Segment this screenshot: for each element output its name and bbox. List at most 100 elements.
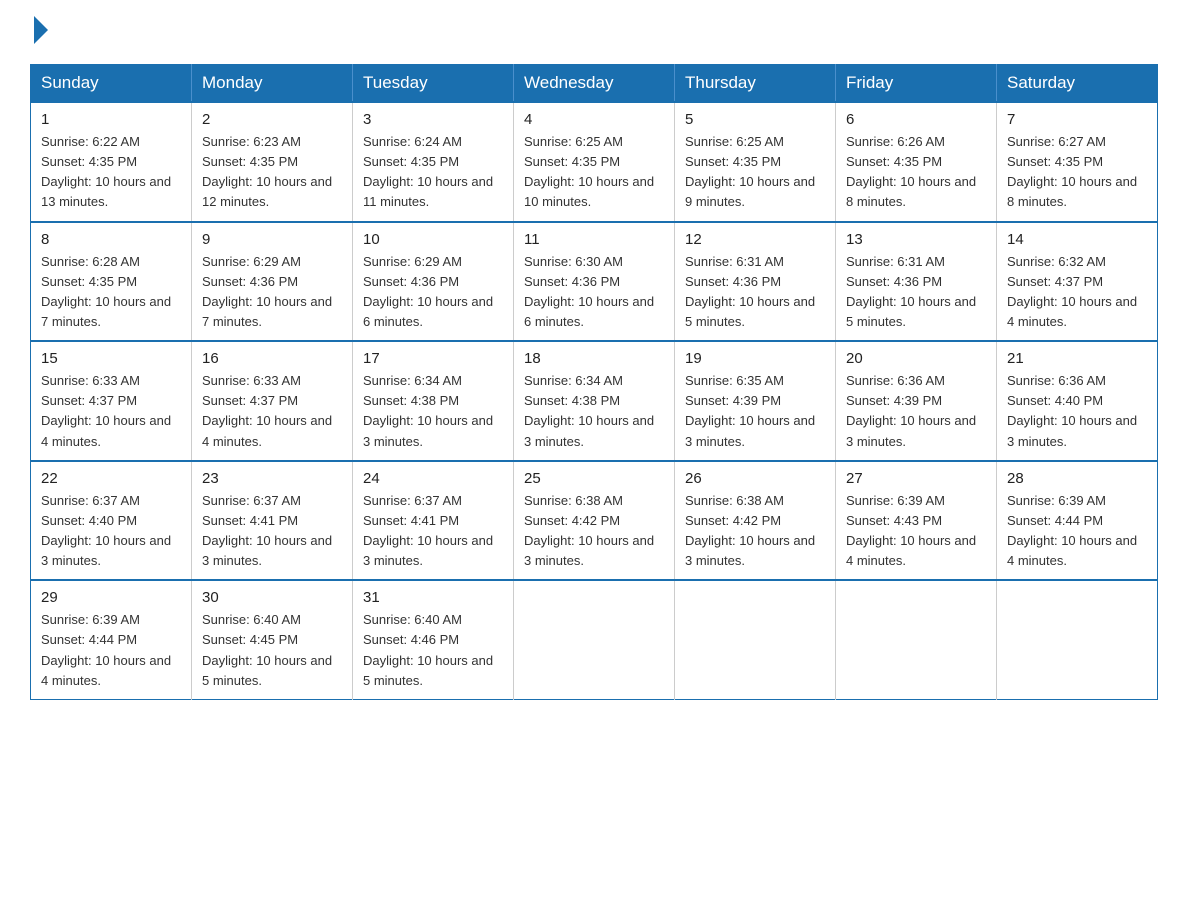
calendar-day-cell: 27 Sunrise: 6:39 AMSunset: 4:43 PMDaylig… [836,461,997,581]
day-info: Sunrise: 6:36 AMSunset: 4:40 PMDaylight:… [1007,371,1147,452]
calendar-day-cell: 13 Sunrise: 6:31 AMSunset: 4:36 PMDaylig… [836,222,997,342]
day-number: 7 [1007,111,1147,128]
calendar-day-cell: 24 Sunrise: 6:37 AMSunset: 4:41 PMDaylig… [353,461,514,581]
day-number: 27 [846,470,986,487]
day-number: 17 [363,350,503,367]
calendar-week-row: 29 Sunrise: 6:39 AMSunset: 4:44 PMDaylig… [31,580,1158,699]
day-number: 1 [41,111,181,128]
day-number: 31 [363,589,503,606]
calendar-week-row: 22 Sunrise: 6:37 AMSunset: 4:40 PMDaylig… [31,461,1158,581]
day-info: Sunrise: 6:39 AMSunset: 4:43 PMDaylight:… [846,491,986,572]
day-info: Sunrise: 6:24 AMSunset: 4:35 PMDaylight:… [363,132,503,213]
calendar-day-cell: 2 Sunrise: 6:23 AMSunset: 4:35 PMDayligh… [192,102,353,222]
calendar-day-cell: 9 Sunrise: 6:29 AMSunset: 4:36 PMDayligh… [192,222,353,342]
day-info: Sunrise: 6:25 AMSunset: 4:35 PMDaylight:… [524,132,664,213]
calendar-day-cell: 20 Sunrise: 6:36 AMSunset: 4:39 PMDaylig… [836,341,997,461]
day-number: 10 [363,231,503,248]
day-info: Sunrise: 6:38 AMSunset: 4:42 PMDaylight:… [524,491,664,572]
day-info: Sunrise: 6:27 AMSunset: 4:35 PMDaylight:… [1007,132,1147,213]
calendar-day-cell [836,580,997,699]
calendar-day-cell: 23 Sunrise: 6:37 AMSunset: 4:41 PMDaylig… [192,461,353,581]
calendar-day-cell [514,580,675,699]
calendar-day-cell: 22 Sunrise: 6:37 AMSunset: 4:40 PMDaylig… [31,461,192,581]
day-number: 26 [685,470,825,487]
day-number: 12 [685,231,825,248]
day-info: Sunrise: 6:34 AMSunset: 4:38 PMDaylight:… [363,371,503,452]
day-info: Sunrise: 6:39 AMSunset: 4:44 PMDaylight:… [41,610,181,691]
calendar-day-cell [997,580,1158,699]
calendar-day-cell: 16 Sunrise: 6:33 AMSunset: 4:37 PMDaylig… [192,341,353,461]
day-number: 2 [202,111,342,128]
day-info: Sunrise: 6:40 AMSunset: 4:46 PMDaylight:… [363,610,503,691]
calendar-week-row: 15 Sunrise: 6:33 AMSunset: 4:37 PMDaylig… [31,341,1158,461]
calendar-table: SundayMondayTuesdayWednesdayThursdayFrid… [30,64,1158,700]
day-number: 15 [41,350,181,367]
day-info: Sunrise: 6:37 AMSunset: 4:41 PMDaylight:… [202,491,342,572]
calendar-day-cell: 29 Sunrise: 6:39 AMSunset: 4:44 PMDaylig… [31,580,192,699]
day-number: 3 [363,111,503,128]
day-number: 20 [846,350,986,367]
calendar-week-row: 8 Sunrise: 6:28 AMSunset: 4:35 PMDayligh… [31,222,1158,342]
calendar-day-cell: 14 Sunrise: 6:32 AMSunset: 4:37 PMDaylig… [997,222,1158,342]
calendar-day-cell: 6 Sunrise: 6:26 AMSunset: 4:35 PMDayligh… [836,102,997,222]
calendar-day-cell: 4 Sunrise: 6:25 AMSunset: 4:35 PMDayligh… [514,102,675,222]
calendar-day-cell: 10 Sunrise: 6:29 AMSunset: 4:36 PMDaylig… [353,222,514,342]
day-of-week-header: Sunday [31,65,192,103]
calendar-day-cell: 3 Sunrise: 6:24 AMSunset: 4:35 PMDayligh… [353,102,514,222]
day-info: Sunrise: 6:31 AMSunset: 4:36 PMDaylight:… [685,252,825,333]
day-info: Sunrise: 6:28 AMSunset: 4:35 PMDaylight:… [41,252,181,333]
day-number: 23 [202,470,342,487]
day-info: Sunrise: 6:38 AMSunset: 4:42 PMDaylight:… [685,491,825,572]
calendar-day-cell: 7 Sunrise: 6:27 AMSunset: 4:35 PMDayligh… [997,102,1158,222]
calendar-day-cell: 12 Sunrise: 6:31 AMSunset: 4:36 PMDaylig… [675,222,836,342]
calendar-day-cell: 1 Sunrise: 6:22 AMSunset: 4:35 PMDayligh… [31,102,192,222]
calendar-day-cell: 8 Sunrise: 6:28 AMSunset: 4:35 PMDayligh… [31,222,192,342]
calendar-day-cell: 25 Sunrise: 6:38 AMSunset: 4:42 PMDaylig… [514,461,675,581]
calendar-day-cell: 28 Sunrise: 6:39 AMSunset: 4:44 PMDaylig… [997,461,1158,581]
logo [30,20,50,44]
day-number: 5 [685,111,825,128]
day-number: 6 [846,111,986,128]
day-number: 25 [524,470,664,487]
day-info: Sunrise: 6:23 AMSunset: 4:35 PMDaylight:… [202,132,342,213]
day-of-week-header: Saturday [997,65,1158,103]
day-number: 16 [202,350,342,367]
day-of-week-header: Friday [836,65,997,103]
day-info: Sunrise: 6:35 AMSunset: 4:39 PMDaylight:… [685,371,825,452]
day-number: 24 [363,470,503,487]
calendar-day-cell: 30 Sunrise: 6:40 AMSunset: 4:45 PMDaylig… [192,580,353,699]
day-number: 14 [1007,231,1147,248]
day-info: Sunrise: 6:39 AMSunset: 4:44 PMDaylight:… [1007,491,1147,572]
calendar-day-cell: 5 Sunrise: 6:25 AMSunset: 4:35 PMDayligh… [675,102,836,222]
day-of-week-header: Thursday [675,65,836,103]
day-info: Sunrise: 6:25 AMSunset: 4:35 PMDaylight:… [685,132,825,213]
day-info: Sunrise: 6:37 AMSunset: 4:41 PMDaylight:… [363,491,503,572]
day-info: Sunrise: 6:22 AMSunset: 4:35 PMDaylight:… [41,132,181,213]
day-number: 11 [524,231,664,248]
calendar-day-cell: 15 Sunrise: 6:33 AMSunset: 4:37 PMDaylig… [31,341,192,461]
calendar-header-row: SundayMondayTuesdayWednesdayThursdayFrid… [31,65,1158,103]
day-number: 28 [1007,470,1147,487]
calendar-day-cell: 19 Sunrise: 6:35 AMSunset: 4:39 PMDaylig… [675,341,836,461]
day-info: Sunrise: 6:36 AMSunset: 4:39 PMDaylight:… [846,371,986,452]
day-info: Sunrise: 6:30 AMSunset: 4:36 PMDaylight:… [524,252,664,333]
day-number: 13 [846,231,986,248]
calendar-day-cell: 11 Sunrise: 6:30 AMSunset: 4:36 PMDaylig… [514,222,675,342]
day-info: Sunrise: 6:31 AMSunset: 4:36 PMDaylight:… [846,252,986,333]
calendar-day-cell: 18 Sunrise: 6:34 AMSunset: 4:38 PMDaylig… [514,341,675,461]
calendar-day-cell: 17 Sunrise: 6:34 AMSunset: 4:38 PMDaylig… [353,341,514,461]
day-number: 4 [524,111,664,128]
day-number: 18 [524,350,664,367]
day-info: Sunrise: 6:32 AMSunset: 4:37 PMDaylight:… [1007,252,1147,333]
day-number: 8 [41,231,181,248]
day-number: 30 [202,589,342,606]
day-info: Sunrise: 6:33 AMSunset: 4:37 PMDaylight:… [41,371,181,452]
calendar-day-cell: 26 Sunrise: 6:38 AMSunset: 4:42 PMDaylig… [675,461,836,581]
day-info: Sunrise: 6:26 AMSunset: 4:35 PMDaylight:… [846,132,986,213]
day-of-week-header: Tuesday [353,65,514,103]
page-header [30,20,1158,44]
day-number: 9 [202,231,342,248]
day-number: 21 [1007,350,1147,367]
calendar-day-cell [675,580,836,699]
day-info: Sunrise: 6:37 AMSunset: 4:40 PMDaylight:… [41,491,181,572]
